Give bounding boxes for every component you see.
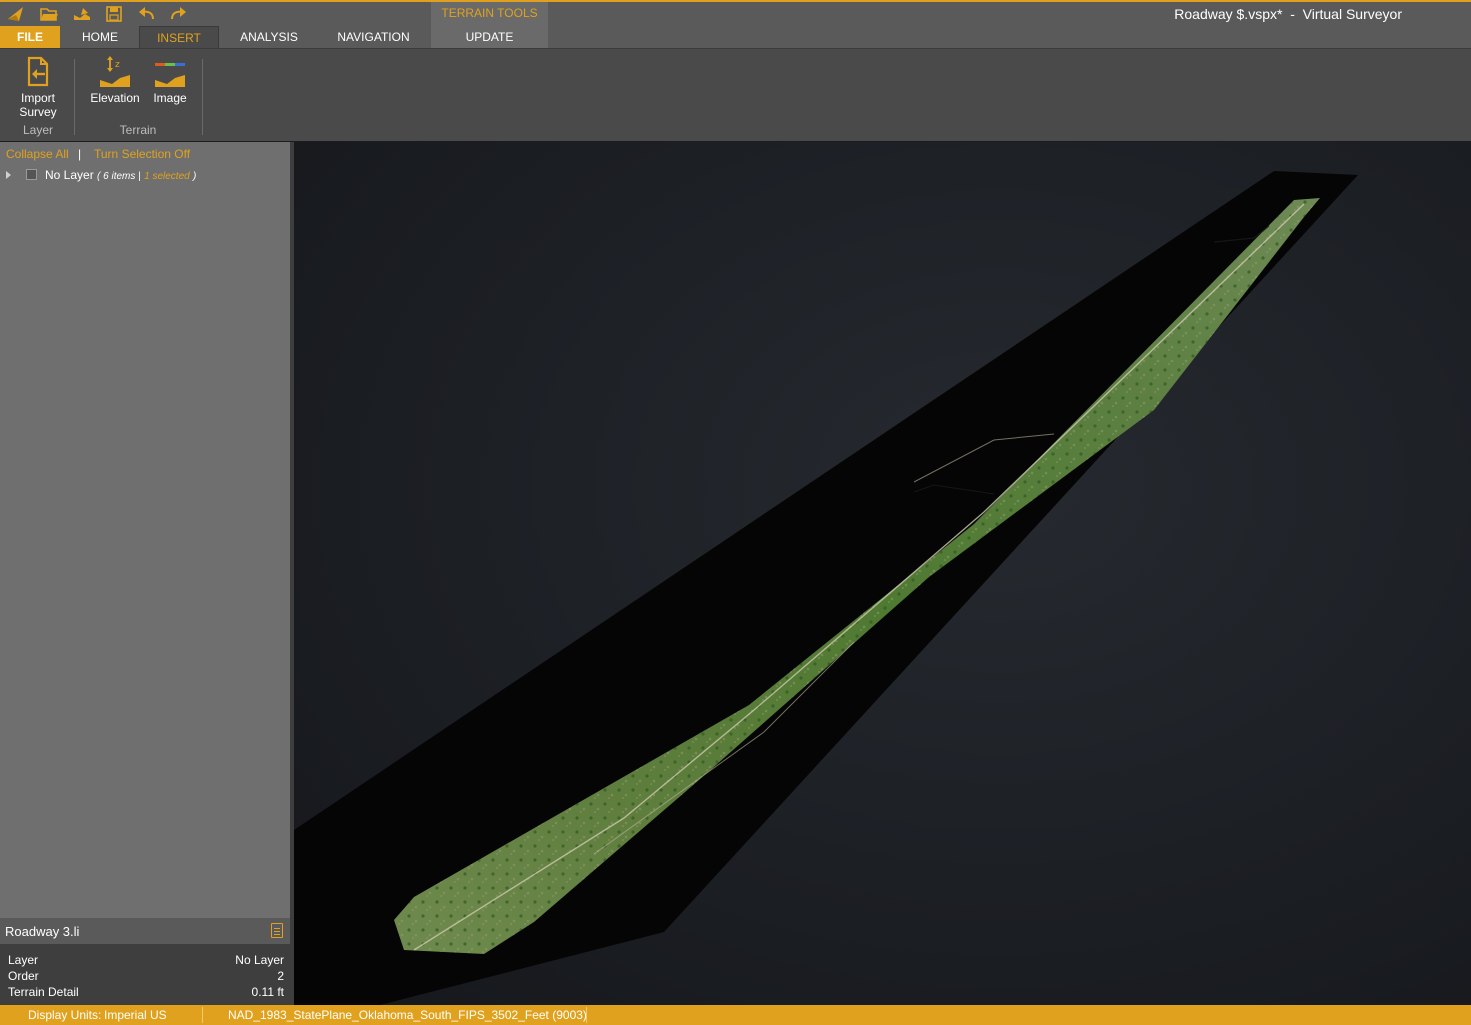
import-survey-button[interactable]: Import Survey xyxy=(8,55,68,119)
edit-project-icon[interactable] xyxy=(72,5,92,23)
context-group-label: TERRAIN TOOLS xyxy=(441,6,538,20)
status-separator xyxy=(586,1007,587,1023)
coordinate-system[interactable]: NAD_1983_StatePlane_Oklahoma_South_FIPS_… xyxy=(228,1008,587,1022)
collapse-all-link[interactable]: Collapse All xyxy=(6,147,69,161)
image-label: Image xyxy=(153,91,187,105)
property-row-layer: Layer No Layer xyxy=(8,953,284,968)
status-separator xyxy=(202,1007,203,1023)
elevation-label: Elevation xyxy=(90,91,140,105)
property-key: Layer xyxy=(8,953,39,967)
terrain-scene xyxy=(294,171,1358,1005)
property-key: Order xyxy=(8,969,39,983)
title-bar: TERRAIN TOOLS Roadway $.vspx* - Virtual … xyxy=(0,0,1471,50)
tab-navigation[interactable]: NAVIGATION xyxy=(325,26,422,48)
import-survey-label-line2: Survey xyxy=(19,105,57,119)
import-survey-icon xyxy=(27,56,49,87)
layer-visibility-checkbox[interactable] xyxy=(26,169,37,180)
tab-file[interactable]: FILE xyxy=(0,26,60,48)
properties-body: Layer No Layer Order 2 Terrain Detail 0.… xyxy=(0,944,290,1005)
tab-insert[interactable]: INSERT xyxy=(139,26,219,50)
expand-arrow-icon[interactable] xyxy=(6,171,11,179)
tree-item-close-paren: ) xyxy=(193,171,197,182)
property-key: Terrain Detail xyxy=(8,985,79,999)
svg-text:z: z xyxy=(115,60,120,70)
properties-header: Roadway 3.li xyxy=(0,918,290,944)
property-row-order: Order 2 xyxy=(8,969,284,984)
undo-icon[interactable] xyxy=(137,5,157,23)
tab-home[interactable]: HOME xyxy=(66,26,134,48)
ribbon-separator xyxy=(202,59,203,135)
property-value: 2 xyxy=(277,969,284,983)
open-folder-icon[interactable] xyxy=(39,5,59,23)
save-icon[interactable] xyxy=(104,5,124,23)
group-label-terrain: Terrain xyxy=(119,123,157,137)
property-value: No Layer xyxy=(235,953,284,967)
tree-item-label: No Layer xyxy=(45,168,94,182)
window-title: Roadway $.vspx* - Virtual Surveyor xyxy=(1174,6,1402,22)
tab-update[interactable]: UPDATE xyxy=(431,26,548,48)
display-units-value[interactable]: Imperial US xyxy=(104,1008,167,1022)
display-units-label: Display Units: xyxy=(28,1008,102,1022)
image-icon xyxy=(155,63,185,87)
import-survey-label-line1: Import xyxy=(20,91,55,105)
properties-title: Roadway 3.li xyxy=(5,924,80,939)
status-bar: Display Units: Imperial US NAD_1983_Stat… xyxy=(0,1005,1471,1025)
elevation-icon: z xyxy=(100,56,130,87)
property-row-terrain-detail: Terrain Detail 0.11 ft xyxy=(8,985,284,1000)
3d-viewport[interactable] xyxy=(294,142,1471,1005)
elevation-button[interactable]: z Elevation xyxy=(86,55,144,105)
clipboard-icon[interactable] xyxy=(271,923,283,938)
tree-item-selected-count[interactable]: 1 selected xyxy=(144,171,190,182)
layers-panel: Collapse All | Turn Selection Off No Lay… xyxy=(0,142,290,918)
image-button[interactable]: Image xyxy=(146,55,194,105)
link-separator: | xyxy=(78,147,82,161)
group-label-layer: Layer xyxy=(22,123,54,137)
ribbon-separator xyxy=(74,59,75,135)
tree-item-count: ( 6 items | xyxy=(97,171,141,182)
property-value: 0.11 ft xyxy=(251,985,284,999)
turn-selection-off-link[interactable]: Turn Selection Off xyxy=(94,147,190,161)
virtual-surveyor-window: TERRAIN TOOLS Roadway $.vspx* - Virtual … xyxy=(0,0,1471,1025)
redo-icon[interactable] xyxy=(168,5,188,23)
ribbon: Import Survey Layer z Elevation Image Te… xyxy=(0,48,1471,141)
app-logo-icon[interactable] xyxy=(6,5,26,23)
tab-analysis[interactable]: ANALYSIS xyxy=(230,26,308,48)
